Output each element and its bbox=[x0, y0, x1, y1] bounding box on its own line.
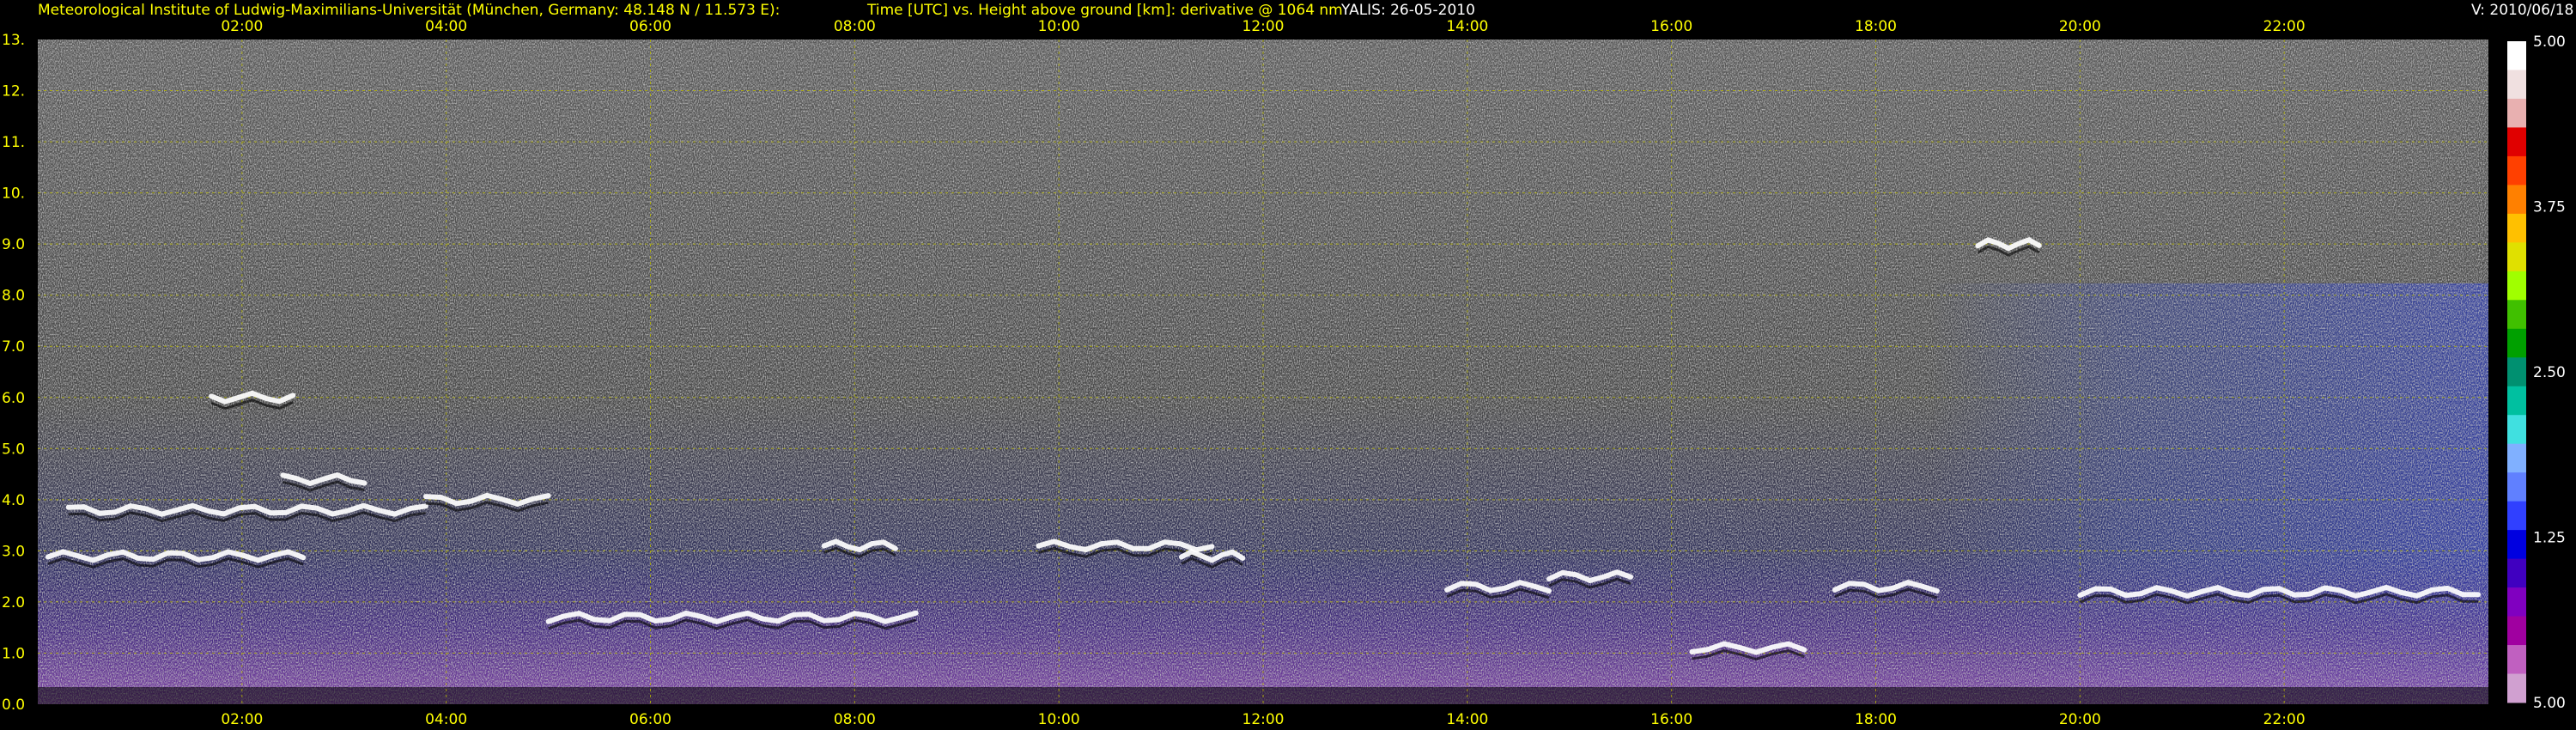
colorbar-swatch bbox=[2507, 127, 2526, 157]
x-tick-label-bottom: 14:00 bbox=[1446, 711, 1488, 728]
y-tick-label: 10. bbox=[2, 186, 25, 203]
colorbar-swatch bbox=[2507, 300, 2526, 330]
x-tick-label-bottom: 22:00 bbox=[2263, 711, 2306, 728]
x-tick-label-bottom: 18:00 bbox=[1855, 711, 1897, 728]
x-tick-label-bottom: 04:00 bbox=[425, 711, 467, 728]
y-tick-label: 2.0 bbox=[2, 594, 25, 611]
version-label: V: 2010/06/18 bbox=[2471, 2, 2574, 19]
colorbar-swatch bbox=[2507, 98, 2526, 128]
colorbar-swatch bbox=[2507, 386, 2526, 416]
y-tick-label: 0.0 bbox=[2, 697, 25, 714]
y-tick-label: 3.0 bbox=[2, 543, 25, 560]
y-tick-label: 12. bbox=[2, 83, 25, 100]
colorbar-swatch bbox=[2507, 443, 2526, 473]
colorbar-swatch bbox=[2507, 70, 2526, 100]
y-tick-label: 13. bbox=[2, 32, 25, 49]
colorbar-swatch bbox=[2507, 271, 2526, 301]
x-tick-label-top: 02:00 bbox=[221, 18, 263, 35]
x-tick-label-bottom: 08:00 bbox=[834, 711, 876, 728]
x-tick-label-bottom: 12:00 bbox=[1242, 711, 1285, 728]
colorbar-swatch bbox=[2507, 242, 2526, 272]
y-tick-label: 5.0 bbox=[2, 441, 25, 458]
colorbar-swatch bbox=[2507, 501, 2526, 531]
x-tick-label-bottom: 20:00 bbox=[2059, 711, 2101, 728]
x-tick-label-bottom: 06:00 bbox=[629, 711, 671, 728]
x-tick-label-top: 20:00 bbox=[2059, 18, 2101, 35]
x-tick-label-bottom: 02:00 bbox=[221, 711, 263, 728]
colorbar-swatch bbox=[2507, 558, 2526, 588]
y-tick-label: 8.0 bbox=[2, 288, 25, 305]
colorbar-swatch bbox=[2507, 587, 2526, 617]
colorbar-tick-label: 3.75 bbox=[2533, 199, 2566, 216]
colorbar-swatch bbox=[2507, 41, 2526, 70]
y-tick-label: 4.0 bbox=[2, 492, 25, 509]
colorbar-tick-label: 5.00 bbox=[2533, 33, 2566, 51]
instrument-date: YALIS: 26-05-2010 bbox=[1341, 2, 1475, 19]
lidar-figure: 02:00 02:00 04:00 04:00 06:00 06:00 08:00 08:00… bbox=[2, 18, 2566, 728]
x-tick-label-top: 06:00 bbox=[629, 18, 671, 35]
x-tick-label-top: 12:00 bbox=[1242, 18, 1285, 35]
y-tick-label: 1.0 bbox=[2, 645, 25, 662]
y-tick-label: 9.0 bbox=[2, 236, 25, 253]
colorbar-tick-label: 2.50 bbox=[2533, 364, 2566, 381]
colorbar-tick-label: 1.25 bbox=[2533, 530, 2566, 547]
x-tick-label-top: 08:00 bbox=[834, 18, 876, 35]
plot-title: Time [UTC] vs. Height above ground [km]:… bbox=[867, 2, 1343, 19]
y-tick-label: 7.0 bbox=[2, 338, 25, 356]
colorbar-swatch bbox=[2507, 155, 2526, 186]
x-tick-label-bottom: 10:00 bbox=[1038, 711, 1080, 728]
x-tick-label-top: 22:00 bbox=[2263, 18, 2306, 35]
colorbar-swatch bbox=[2507, 645, 2526, 675]
x-tick-label-top: 10:00 bbox=[1038, 18, 1080, 35]
x-tick-label-top: 16:00 bbox=[1650, 18, 1692, 35]
colorbar-swatch bbox=[2507, 616, 2526, 646]
colorbar-swatch bbox=[2507, 530, 2526, 560]
colorbar-swatch bbox=[2507, 328, 2526, 358]
colorbar-swatch bbox=[2507, 673, 2526, 703]
colorbar-swatch bbox=[2507, 213, 2526, 243]
colorbar-swatch bbox=[2507, 472, 2526, 502]
x-tick-label-top: 04:00 bbox=[425, 18, 467, 35]
x-tick-label-top: 14:00 bbox=[1446, 18, 1488, 35]
colorbar-swatch bbox=[2507, 357, 2526, 387]
colorbar-swatch bbox=[2507, 415, 2526, 445]
x-tick-label-bottom: 16:00 bbox=[1650, 711, 1692, 728]
colorbar-tick-label: 5.00 bbox=[2533, 695, 2566, 712]
y-tick-label: 6.0 bbox=[2, 390, 25, 407]
y-tick-label: 11. bbox=[2, 134, 25, 151]
colorbar-swatch bbox=[2507, 185, 2526, 215]
colorbar: 5.00 3.75 2.50 1.25 5.00 bbox=[2507, 33, 2566, 712]
x-tick-label-top: 18:00 bbox=[1855, 18, 1897, 35]
institute-title: Meteorological Institute of Ludwig-Maxim… bbox=[38, 2, 781, 19]
